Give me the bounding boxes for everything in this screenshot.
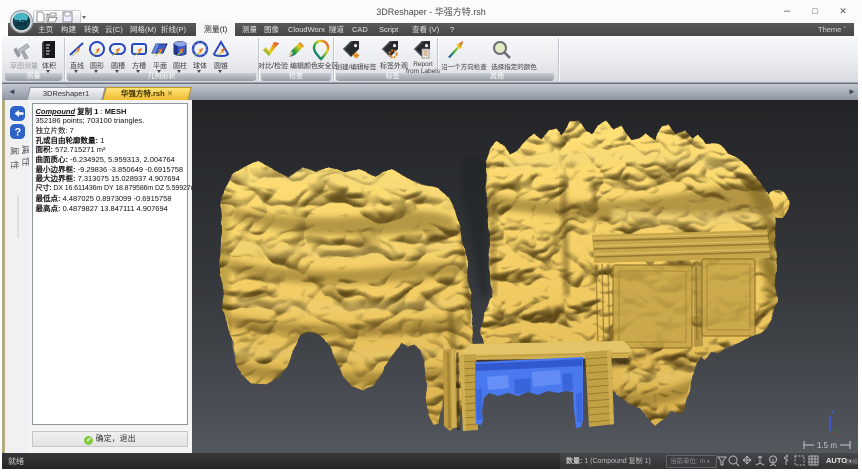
- svg-text:+: +: [352, 50, 357, 60]
- svg-text:属 性: 属 性: [20, 145, 29, 167]
- svg-text:?: ?: [15, 127, 22, 139]
- svg-text:1.5 m: 1.5 m: [817, 441, 837, 450]
- svg-text:z: z: [831, 409, 835, 416]
- svg-text:3R: 3R: [16, 18, 27, 28]
